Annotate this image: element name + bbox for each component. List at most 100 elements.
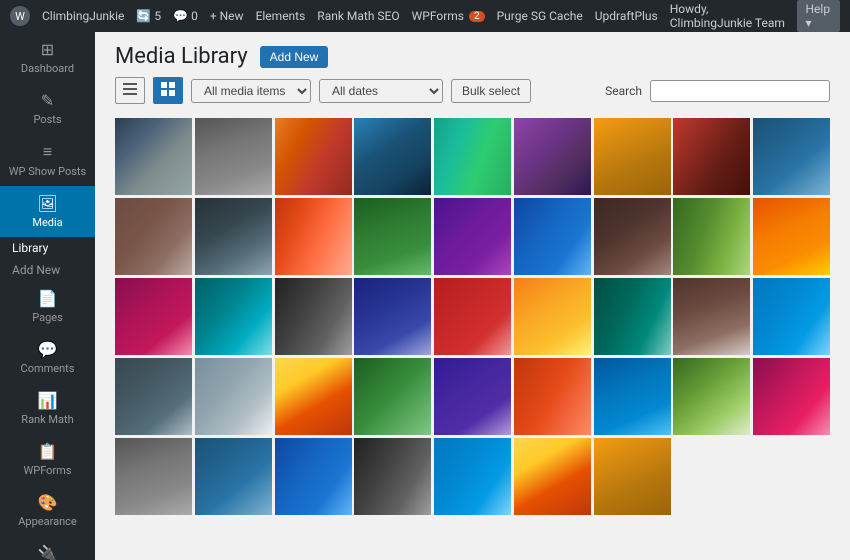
bulk-select-button[interactable]: Bulk select: [451, 79, 531, 103]
rank-math-icon: 📊: [38, 391, 58, 410]
media-item[interactable]: [275, 358, 352, 435]
media-item[interactable]: [195, 278, 272, 355]
media-item[interactable]: [434, 358, 511, 435]
media-item[interactable]: [514, 118, 591, 195]
media-item[interactable]: [354, 278, 431, 355]
media-item[interactable]: [115, 358, 192, 435]
media-item[interactable]: [594, 358, 671, 435]
sidebar-label-appearance: Appearance: [18, 515, 77, 528]
grid-view-button[interactable]: [153, 77, 183, 104]
rank-math-seo-item[interactable]: Rank Math SEO: [317, 9, 399, 23]
filter-date-select[interactable]: All dates January 2024 December 2023: [319, 79, 443, 103]
appearance-icon: 🎨: [38, 493, 58, 512]
sidebar-item-posts[interactable]: ✎ Posts: [0, 83, 95, 134]
media-item[interactable]: [115, 278, 192, 355]
dashboard-icon: ⊞: [41, 40, 54, 59]
sidebar-label-pages: Pages: [32, 311, 63, 324]
media-item[interactable]: [514, 438, 591, 515]
wpforms-item[interactable]: WPForms 2: [412, 9, 485, 23]
media-item[interactable]: [275, 118, 352, 195]
sidebar-item-wpforms[interactable]: 📋 WPForms: [0, 434, 95, 485]
media-item[interactable]: [594, 438, 671, 515]
media-item[interactable]: [673, 198, 750, 275]
sidebar-item-plugins[interactable]: 🔌 Plugins: [0, 536, 95, 560]
media-item[interactable]: [673, 358, 750, 435]
howdy-text: Howdy, ClimbingJunkie Team: [670, 2, 794, 30]
sidebar-item-rank-math[interactable]: 📊 Rank Math: [0, 383, 95, 434]
add-new-button[interactable]: Add New: [260, 46, 329, 68]
media-item[interactable]: [753, 118, 830, 195]
admin-bar-left: W ClimbingJunkie 🔄 5 💬 0 + New Elements …: [10, 6, 658, 26]
search-input[interactable]: [650, 80, 830, 102]
media-item[interactable]: [434, 118, 511, 195]
media-item[interactable]: [195, 438, 272, 515]
media-item[interactable]: [434, 198, 511, 275]
media-icon: 🖼: [37, 194, 57, 213]
media-item[interactable]: [275, 438, 352, 515]
media-item[interactable]: [354, 118, 431, 195]
media-item[interactable]: [514, 198, 591, 275]
sidebar: ⊞ Dashboard ✎ Posts ≡ WP Show Posts 🖼 Me…: [0, 32, 95, 560]
sidebar-item-comments[interactable]: 💬 Comments: [0, 332, 95, 383]
media-item[interactable]: [115, 198, 192, 275]
sidebar-sub-library[interactable]: Library: [0, 237, 95, 259]
media-item[interactable]: [354, 198, 431, 275]
media-item[interactable]: [514, 358, 591, 435]
sidebar-item-media[interactable]: 🖼 Media: [0, 186, 95, 237]
media-item[interactable]: [275, 278, 352, 355]
pages-icon: 📄: [38, 289, 58, 308]
comments-item[interactable]: 💬 0: [173, 9, 198, 23]
media-item[interactable]: [594, 118, 671, 195]
media-item[interactable]: [514, 278, 591, 355]
page-title: Media Library: [115, 44, 248, 69]
sidebar-label-wpforms: WPForms: [24, 464, 72, 477]
grid-view-icon: [160, 81, 176, 97]
main-content: Media Library Add New All media items Im…: [95, 32, 850, 560]
toolbar: All media items Images Videos Audio Docu…: [95, 77, 850, 114]
comments-icon: 💬: [173, 9, 188, 23]
sidebar-item-appearance[interactable]: 🎨 Appearance: [0, 485, 95, 536]
admin-bar: W ClimbingJunkie 🔄 5 💬 0 + New Elements …: [0, 0, 850, 32]
new-item[interactable]: + New: [210, 9, 244, 23]
list-view-button[interactable]: [115, 77, 145, 104]
media-item[interactable]: [753, 358, 830, 435]
updates-icon: 🔄: [136, 9, 151, 23]
media-item[interactable]: [354, 438, 431, 515]
media-item[interactable]: [594, 278, 671, 355]
media-item[interactable]: [434, 438, 511, 515]
media-grid: [95, 114, 850, 535]
wpforms-badge: 2: [469, 11, 485, 22]
site-name[interactable]: ClimbingJunkie: [42, 9, 124, 23]
media-item[interactable]: [195, 358, 272, 435]
media-item[interactable]: [275, 198, 352, 275]
media-item[interactable]: [115, 118, 192, 195]
media-item[interactable]: [195, 118, 272, 195]
updraftplus-item[interactable]: UpdraftPlus: [595, 9, 658, 23]
filter-type-select[interactable]: All media items Images Videos Audio Docu…: [191, 79, 311, 103]
elements-item[interactable]: Elements: [256, 9, 306, 23]
posts-icon: ✎: [41, 91, 54, 110]
media-item[interactable]: [354, 358, 431, 435]
media-item[interactable]: [195, 198, 272, 275]
wp-icon[interactable]: W: [10, 6, 30, 26]
purge-cache-item[interactable]: Purge SG Cache: [497, 9, 583, 23]
updates-item[interactable]: 🔄 5: [136, 9, 161, 23]
wpforms-sidebar-icon: 📋: [38, 442, 58, 461]
media-item[interactable]: [594, 198, 671, 275]
media-item[interactable]: [673, 278, 750, 355]
media-item[interactable]: [434, 278, 511, 355]
sidebar-item-dashboard[interactable]: ⊞ Dashboard: [0, 32, 95, 83]
sidebar-item-wp-show-posts[interactable]: ≡ WP Show Posts: [0, 134, 95, 186]
plugins-icon: 🔌: [38, 544, 58, 560]
sidebar-label-posts: Posts: [33, 113, 61, 126]
media-item[interactable]: [673, 118, 750, 195]
media-item[interactable]: [753, 198, 830, 275]
search-label: Search: [605, 84, 642, 98]
sidebar-sub-add-new[interactable]: Add New: [0, 259, 95, 281]
help-button[interactable]: Help ▾: [797, 0, 840, 32]
admin-bar-right: Howdy, ClimbingJunkie Team Help ▾: [670, 0, 840, 32]
sidebar-label-dashboard: Dashboard: [21, 62, 74, 75]
media-item[interactable]: [115, 438, 192, 515]
media-item[interactable]: [753, 278, 830, 355]
sidebar-item-pages[interactable]: 📄 Pages: [0, 281, 95, 332]
